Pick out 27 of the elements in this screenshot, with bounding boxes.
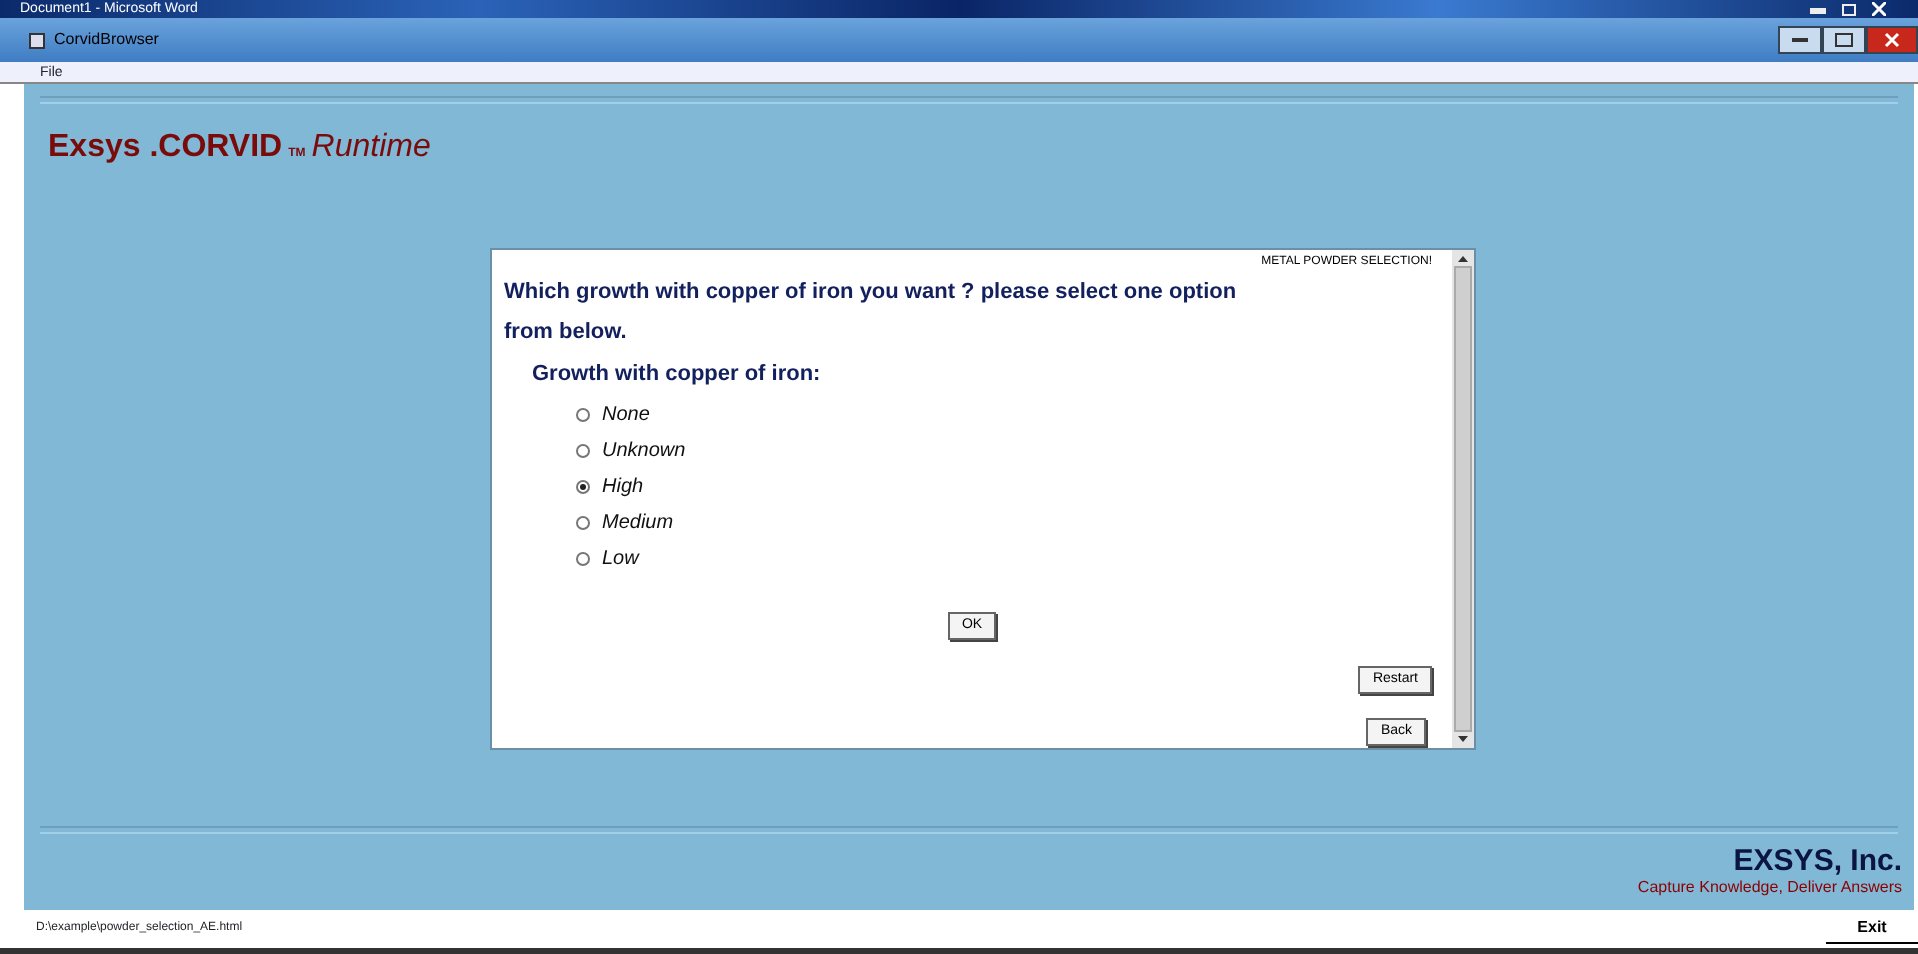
radio-button[interactable] — [576, 480, 590, 494]
minimize-button[interactable] — [1778, 26, 1822, 54]
close-button[interactable] — [1866, 26, 1918, 54]
app-icon — [28, 31, 46, 49]
close-icon[interactable] — [1872, 2, 1886, 16]
option-label[interactable]: None — [602, 400, 650, 430]
maximize-icon — [1834, 31, 1854, 48]
company-name: EXSYS, Inc. — [1731, 846, 1902, 876]
radio-button[interactable] — [576, 516, 590, 530]
option-label[interactable]: Unknown — [602, 436, 686, 466]
radio-button[interactable] — [576, 408, 590, 422]
restore-icon[interactable] — [1842, 4, 1856, 16]
radio-button[interactable] — [576, 444, 590, 458]
scrollbar[interactable] — [1452, 250, 1474, 748]
option-label[interactable]: High — [602, 472, 644, 502]
variable-label: Growth with copper of iron: — [532, 360, 823, 390]
question-text: Which growth with copper of iron you want ? please select one option from below. — [504, 278, 1239, 348]
option-label[interactable]: Low — [602, 544, 639, 574]
window-title: CorvidBrowser — [54, 28, 159, 52]
close-icon — [1884, 31, 1900, 48]
maximize-button[interactable] — [1822, 26, 1866, 54]
scroll-down-icon[interactable] — [1458, 736, 1468, 742]
tagline: Capture Knowledge, Deliver Answers — [1635, 878, 1902, 896]
radio-button[interactable] — [576, 552, 590, 566]
option-label[interactable]: Medium — [602, 508, 674, 538]
scroll-up-icon[interactable] — [1458, 256, 1468, 262]
exit-button[interactable]: Exit — [1826, 914, 1918, 944]
